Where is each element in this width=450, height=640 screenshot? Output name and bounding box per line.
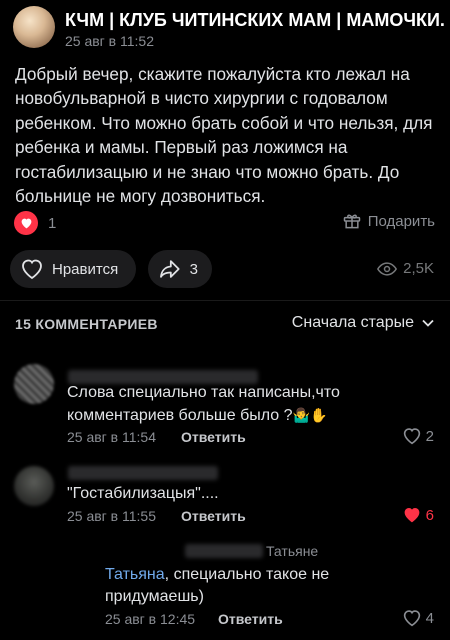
comment-like-count: 6 — [425, 506, 434, 524]
gift-label: Подарить — [367, 212, 435, 230]
reactions-count: 1 — [48, 214, 57, 232]
mention-link[interactable]: Татьяна — [105, 566, 165, 583]
post-text: Добрый вечер, скажите пожалуйста кто леж… — [15, 64, 433, 207]
sort-label: Сначала старые — [291, 314, 414, 331]
reply-to-name[interactable]: Татьяне — [266, 543, 318, 559]
comment-like-button[interactable]: 2 — [402, 427, 434, 445]
reply-button[interactable]: Ответить — [181, 508, 246, 524]
divider — [0, 300, 450, 301]
comment-item: Слова специально так написаны,что коммен… — [0, 360, 450, 450]
post-header: КЧМ | КЛУБ ЧИТИНСКИХ МАМ | МАМОЧКИ... 25… — [0, 0, 450, 56]
post-actions: Нравится 3 2,5K — [0, 250, 450, 292]
sort-dropdown[interactable]: Сначала старые — [292, 314, 434, 332]
reactions-summary[interactable]: 1 — [14, 210, 56, 236]
comment-date: 25 авг в 12:45 — [105, 611, 196, 627]
views-count: 2,5K — [403, 260, 434, 277]
reply-button[interactable]: Ответить — [181, 429, 246, 445]
comment-date: 25 авг в 11:54 — [67, 429, 157, 445]
post-date: 25 авг в 11:52 — [65, 33, 155, 49]
heart-filled-icon — [404, 508, 420, 523]
comments-header: 15 КОММЕНТАРИЕВ Сначала старые — [0, 312, 450, 336]
reply-comment-item: Татьяне Татьяна, специально такое не при… — [0, 540, 450, 640]
chevron-down-icon — [422, 319, 434, 327]
heart-outline-icon — [403, 610, 420, 627]
eye-icon — [377, 261, 398, 276]
comment-like-button[interactable]: 6 — [402, 506, 434, 524]
commenter-avatar[interactable] — [14, 466, 54, 506]
commenter-name-blurred[interactable] — [185, 544, 263, 558]
share-icon — [160, 260, 180, 278]
comment-like-button[interactable]: 4 — [402, 609, 434, 627]
share-count: 3 — [189, 260, 198, 278]
comment-text: "Гостабилизацыя".... — [67, 485, 219, 502]
comment-item: "Гостабилизацыя".... 25 авг в 11:55 Отве… — [0, 462, 450, 532]
share-button[interactable]: 3 — [148, 250, 212, 288]
comment-like-count: 4 — [425, 609, 434, 627]
heart-reaction-icon — [14, 211, 38, 235]
comment-text: Татьяна, специально такое не придумаешь) — [105, 566, 330, 605]
views-counter: 2,5K — [377, 260, 434, 277]
comment-text: Слова специально так написаны,что коммен… — [67, 384, 340, 424]
reply-button[interactable]: Ответить — [218, 611, 283, 627]
heart-outline-icon — [22, 259, 42, 280]
like-button[interactable]: Нравится — [10, 250, 136, 288]
comment-like-count: 2 — [425, 427, 434, 445]
like-label: Нравится — [52, 260, 119, 278]
gift-icon — [343, 214, 360, 229]
group-name[interactable]: КЧМ | КЛУБ ЧИТИНСКИХ МАМ | МАМОЧКИ... — [65, 10, 445, 31]
emoji: 🤷‍♂️✋ — [292, 407, 328, 423]
heart-outline-icon — [403, 428, 420, 445]
commenter-avatar[interactable] — [14, 364, 54, 404]
comments-count: 15 КОММЕНТАРИЕВ — [15, 316, 158, 332]
commenter-name-blurred[interactable] — [68, 466, 218, 480]
gift-button[interactable]: Подарить — [342, 211, 435, 231]
comment-date: 25 авг в 11:55 — [67, 508, 157, 524]
group-avatar[interactable] — [13, 6, 55, 48]
